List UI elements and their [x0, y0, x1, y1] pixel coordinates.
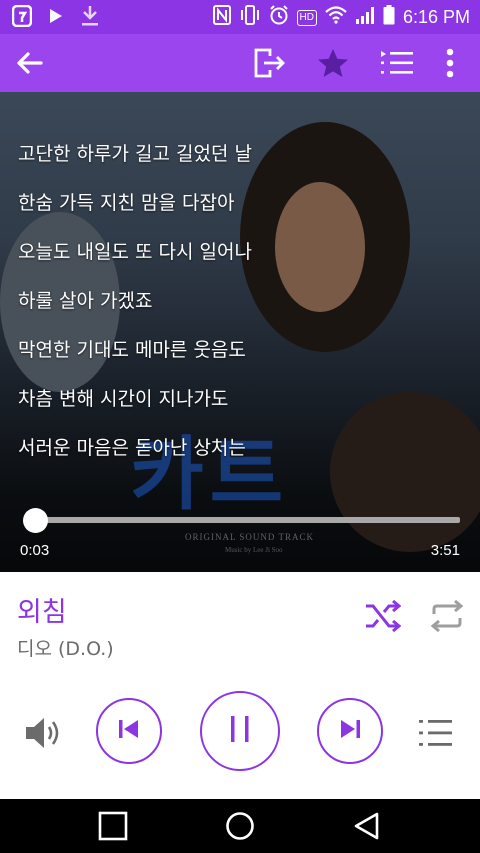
star-icon[interactable] — [314, 44, 352, 82]
alarm-icon — [269, 5, 289, 30]
seek-thumb[interactable] — [23, 508, 49, 533]
elapsed-time: 0:03 — [20, 542, 50, 559]
exit-icon[interactable] — [250, 44, 288, 82]
lyric-line: 오늘도 내일도 또 다시 일어나 — [18, 241, 252, 263]
hd-voice-icon: HD — [296, 9, 317, 26]
lyric-line: 차츰 변해 시간이 지나가도 — [18, 388, 229, 410]
poster-subtitle: ORIGINAL SOUND TRACK — [185, 532, 315, 542]
queue-list-icon[interactable] — [418, 718, 454, 752]
previous-icon — [118, 718, 140, 744]
next-button[interactable] — [317, 698, 383, 764]
album-art: 카트 ORIGINAL SOUND TRACK Music by Lee Ji … — [0, 92, 480, 572]
lyric-line: 막연한 기대도 메마른 웃음도 — [18, 339, 246, 361]
app-notification-icon — [11, 4, 33, 31]
nfc-icon — [212, 5, 231, 30]
lyric-line: 하룰 살아 가겠죠 — [18, 290, 153, 312]
repeat-icon[interactable] — [428, 598, 466, 638]
lyric-line: 서러운 마음은 돋아난 상처는 — [18, 437, 246, 459]
more-vert-icon[interactable] — [431, 44, 469, 82]
back-triangle-icon[interactable] — [352, 811, 382, 841]
song-title: 외침 — [17, 597, 67, 628]
seek-bar[interactable] — [30, 517, 460, 523]
playlist-icon[interactable] — [378, 44, 416, 82]
poster-credit: Music by Lee Ji Soo — [225, 546, 283, 554]
home-circle-icon[interactable] — [225, 811, 255, 841]
system-nav-bar — [0, 799, 480, 853]
next-icon — [339, 718, 361, 744]
download-icon — [80, 5, 100, 31]
lyric-line: 고단한 하루가 길고 길었던 날 — [18, 143, 252, 165]
artist-name: 디오 (D.O.) — [17, 638, 114, 660]
app-bar — [0, 34, 480, 92]
pause-icon — [229, 715, 251, 747]
back-arrow-icon[interactable] — [10, 44, 48, 82]
status-bar: HD 6:16 PM — [0, 0, 480, 34]
signal-icon — [355, 6, 375, 29]
previous-button[interactable] — [96, 698, 162, 764]
total-duration: 3:51 — [430, 542, 460, 559]
vibrate-icon — [239, 5, 261, 30]
wifi-icon — [325, 6, 347, 29]
status-time: 6:16 PM — [402, 7, 470, 27]
battery-icon — [383, 5, 395, 30]
lyrics[interactable]: 고단한 하루가 길고 길었던 날 한숨 가득 지친 맘을 다잡아 오늘도 내일도… — [18, 130, 252, 473]
shuffle-icon[interactable] — [364, 598, 402, 638]
play-notification-icon — [48, 7, 64, 29]
player-panel: 외침 디오 (D.O.) — [0, 572, 480, 799]
recents-square-icon[interactable] — [98, 811, 128, 841]
pause-button[interactable] — [200, 691, 280, 771]
lyric-line: 한숨 가득 지친 맘을 다잡아 — [18, 192, 235, 214]
volume-icon[interactable] — [24, 714, 64, 756]
